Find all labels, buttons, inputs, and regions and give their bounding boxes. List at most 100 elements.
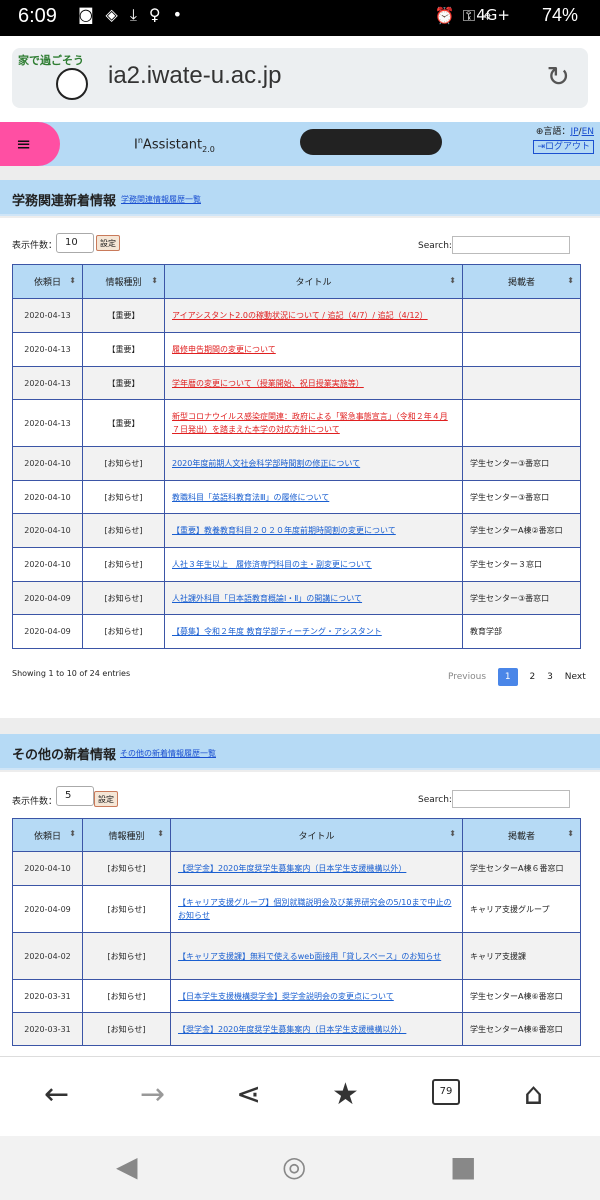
table-row: 2020-04-02 [お知らせ] 【キャリア支援課】無料で使えるweb面接用「貸し… <box>12 932 581 980</box>
bookmarks-icon[interactable]: ★ <box>332 1077 359 1112</box>
other-length-input[interactable]: 5 <box>56 786 94 806</box>
logout-button[interactable]: ⇥ログアウト <box>533 140 594 154</box>
news-title-link[interactable]: 【募集】令和２年度 教育学部ティーチング・アシスタント <box>172 627 382 636</box>
tab-switcher-button[interactable]: 79 <box>432 1079 460 1105</box>
table-row: 2020-04-13 【重要】 履修申告期間の変更について <box>12 332 581 367</box>
news-title-link[interactable]: 人社３年生以上 履修済専門科目の主・副変更について <box>172 560 372 569</box>
news-title-link[interactable]: アイアシスタント2.0の稼動状況について / 追記（4/7）/ 追記（4/12） <box>172 311 428 320</box>
news-title-link[interactable]: 2020年度前期人文社会科学部時間割の修正について <box>172 459 360 468</box>
table-row: 2020-03-31 [お知らせ] 【日本学生支援機構奨学金】奨学金説明会の変更点に… <box>12 979 581 1013</box>
table-row: 2020-04-13 【重要】 学年暦の変更について（授業開始、祝日授業実施等） <box>12 366 581 400</box>
news-title-link[interactable]: 【奨学金】2020年度奨学生募集案内（日本学生支援機構以外） <box>178 1025 406 1034</box>
site-logo: 家で過ごそう <box>18 52 102 104</box>
home-icon[interactable]: ⌂ <box>524 1077 543 1112</box>
news-title-link[interactable]: 【奨学金】2020年度奨学生募集案内（日本学生支援機構以外） <box>178 864 406 873</box>
other-search-label: Search: <box>418 795 452 805</box>
news-title-link[interactable]: 【日本学生支援機構奨学金】奨学金説明会の変更点について <box>178 992 394 1001</box>
other-length-label: 表示件数： <box>12 797 58 807</box>
language-switcher: ⊕言語：JP/EN ⇥ログアウト <box>533 126 594 154</box>
work-section-title: 学務関連新着情報 <box>12 194 117 209</box>
sort-icon: ⬍ <box>151 275 158 285</box>
sort-icon: ⬍ <box>567 829 574 838</box>
lang-en-link[interactable]: EN <box>582 127 594 137</box>
brand-title[interactable]: InAssistant2.0 <box>134 136 215 154</box>
lang-jp-link[interactable]: JP <box>570 127 578 137</box>
work-news-table: 依頼日 ⬍ 情報種別 ⬍ タイトル ⬍ 掲載者 ⬍ 2020-04-13 【重要】 アイアシ… <box>12 264 581 649</box>
sort-icon: ⬍ <box>449 275 456 285</box>
system-navigation-bar: ◀ ◎ ■ <box>0 1136 600 1200</box>
other-section-header: その他の新着情報 その他の新着情報履歴一覧 <box>0 734 600 770</box>
pagination-previous[interactable]: Previous <box>448 672 486 682</box>
url-text[interactable]: ia2.iwate-u.ac.jp <box>108 62 281 90</box>
table-row: 2020-04-13 【重要】 アイアシスタント2.0の稼動状況について / 追記（… <box>12 298 581 333</box>
user-name-redacted <box>300 129 442 155</box>
news-title-link[interactable]: 履修申告期間の変更について <box>172 345 276 354</box>
network-label: 4G+ <box>476 6 510 24</box>
other-set-button[interactable]: 設定 <box>94 791 118 807</box>
system-recents-icon[interactable]: ■ <box>450 1150 476 1183</box>
col-title-header[interactable]: タイトル ⬍ <box>164 264 463 299</box>
other-search-input[interactable] <box>452 790 570 808</box>
sort-icon: ⬍ <box>157 829 164 838</box>
table-row: 2020-04-10 [お知らせ] 教職科目「英語科教育法Ⅲ」の履修について 学生セン… <box>12 480 581 514</box>
browser-bottom-bar: ← → ⋖ ★ 79 ⌂ <box>0 1056 600 1136</box>
hamburger-icon: ≡ <box>16 134 32 155</box>
table-row: 2020-04-10 [お知らせ] 【重要】教養教育科目２０２０年度前期時間割の変更… <box>12 513 581 548</box>
page-3-button[interactable]: 3 <box>547 672 553 682</box>
address-bar[interactable]: 家で過ごそう ia2.iwate-u.ac.jp ↻ <box>12 48 588 108</box>
work-set-button[interactable]: 設定 <box>96 235 120 251</box>
news-title-link[interactable]: 教職科目「英語科教育法Ⅲ」の履修について <box>172 493 329 502</box>
table-row: 2020-04-10 [お知らせ] 2020年度前期人文社会科学部時間割の修正につい… <box>12 446 581 481</box>
table-row: 2020-04-13 【重要】 新型コロナウイルス感染症関連：政府による「緊急事態宣… <box>12 399 581 447</box>
news-title-link[interactable]: 新型コロナウイルス感染症関連：政府による「緊急事態宣言」（令和２年４月７日発出）… <box>172 412 448 434</box>
reload-icon[interactable]: ↻ <box>547 60 570 93</box>
system-back-icon[interactable]: ◀ <box>116 1150 138 1183</box>
work-table-info: Showing 1 to 10 of 24 entries <box>12 669 131 678</box>
work-section-header: 学務関連新着情報 学務関連情報履歴一覧 <box>0 180 600 216</box>
notification-icons: ◙◈⤓♀• <box>78 5 195 24</box>
page-2-button[interactable]: 2 <box>530 672 536 682</box>
work-table-header: 依頼日 ⬍ 情報種別 ⬍ タイトル ⬍ 掲載者 ⬍ <box>12 264 581 299</box>
pagination-next[interactable]: Next <box>565 672 586 682</box>
menu-button[interactable]: ≡ <box>0 122 60 166</box>
system-home-icon[interactable]: ◎ <box>282 1150 306 1183</box>
page-1-button[interactable]: 1 <box>497 668 518 686</box>
work-history-link[interactable]: 学務関連情報履歴一覧 <box>121 194 201 205</box>
table-row: 2020-03-31 [お知らせ] 【奨学金】2020年度奨学生募集案内（日本学生支… <box>12 1012 581 1046</box>
other-table-header: 依頼日 ⬍ 情報種別 ⬍ タイトル ⬍ 掲載者 ⬍ <box>12 818 581 852</box>
news-title-link[interactable]: 【キャリア支援課】無料で使えるweb面接用「貸しスペース」のお知らせ <box>178 952 441 961</box>
news-title-link[interactable]: 【重要】教養教育科目２０２０年度前期時間割の変更について <box>172 526 396 535</box>
forward-arrow-icon[interactable]: → <box>140 1077 165 1112</box>
table-row: 2020-04-09 [お知らせ] 【キャリア支援グループ】個別就職説明会及び業界研… <box>12 885 581 933</box>
pagination: Previous 1 2 3 Next <box>448 668 595 688</box>
table-row: 2020-04-09 [お知らせ] 人社課外科目「日本語教育概論Ⅰ・Ⅱ」の開講につい… <box>12 581 581 615</box>
work-search-input[interactable] <box>452 236 570 254</box>
logo-text: 家で過ごそう <box>18 54 84 67</box>
work-length-input[interactable]: 10 <box>56 233 94 253</box>
share-icon[interactable]: ⋖ <box>236 1077 261 1112</box>
table-row: 2020-04-10 [お知らせ] 人社３年生以上 履修済専門科目の主・副変更につい… <box>12 547 581 582</box>
col-category-header[interactable]: 情報種別 ⬍ <box>82 264 165 299</box>
col-title-header[interactable]: タイトル ⬍ <box>170 818 463 852</box>
col-date-header[interactable]: 依頼日 ⬍ <box>12 818 83 852</box>
sort-icon: ⬍ <box>69 275 76 285</box>
news-title-link[interactable]: 【キャリア支援グループ】個別就職説明会及び業界研究会の5/10まで中止のお知らせ <box>178 898 451 920</box>
sort-icon: ⬍ <box>69 829 76 838</box>
table-row: 2020-04-09 [お知らせ] 【募集】令和２年度 教育学部ティーチング・アシス… <box>12 614 581 649</box>
col-category-header[interactable]: 情報種別 ⬍ <box>82 818 171 852</box>
news-title-link[interactable]: 人社課外科目「日本語教育概論Ⅰ・Ⅱ」の開講について <box>172 594 362 603</box>
battery-level: 74% <box>541 5 578 25</box>
back-arrow-icon[interactable]: ← <box>44 1077 69 1112</box>
table-row: 2020-04-10 [お知らせ] 【奨学金】2020年度奨学生募集案内（日本学生支… <box>12 851 581 886</box>
mascot-icon <box>56 68 88 100</box>
work-search-label: Search: <box>418 241 452 251</box>
col-poster-header[interactable]: 掲載者 ⬍ <box>462 264 581 299</box>
col-date-header[interactable]: 依頼日 ⬍ <box>12 264 83 299</box>
other-news-table: 依頼日 ⬍ 情報種別 ⬍ タイトル ⬍ 掲載者 ⬍ 2020-04-10 [お知らせ] 【奨… <box>12 818 581 1046</box>
news-title-link[interactable]: 学年暦の変更について（授業開始、祝日授業実施等） <box>172 379 364 388</box>
sort-icon: ⬍ <box>567 275 574 285</box>
other-history-link[interactable]: その他の新着情報履歴一覧 <box>120 748 216 759</box>
col-poster-header[interactable]: 掲載者 ⬍ <box>462 818 581 852</box>
browser-toolbar: 家で過ごそう ia2.iwate-u.ac.jp ↻ <box>0 36 600 122</box>
other-section-title: その他の新着情報 <box>12 748 117 763</box>
